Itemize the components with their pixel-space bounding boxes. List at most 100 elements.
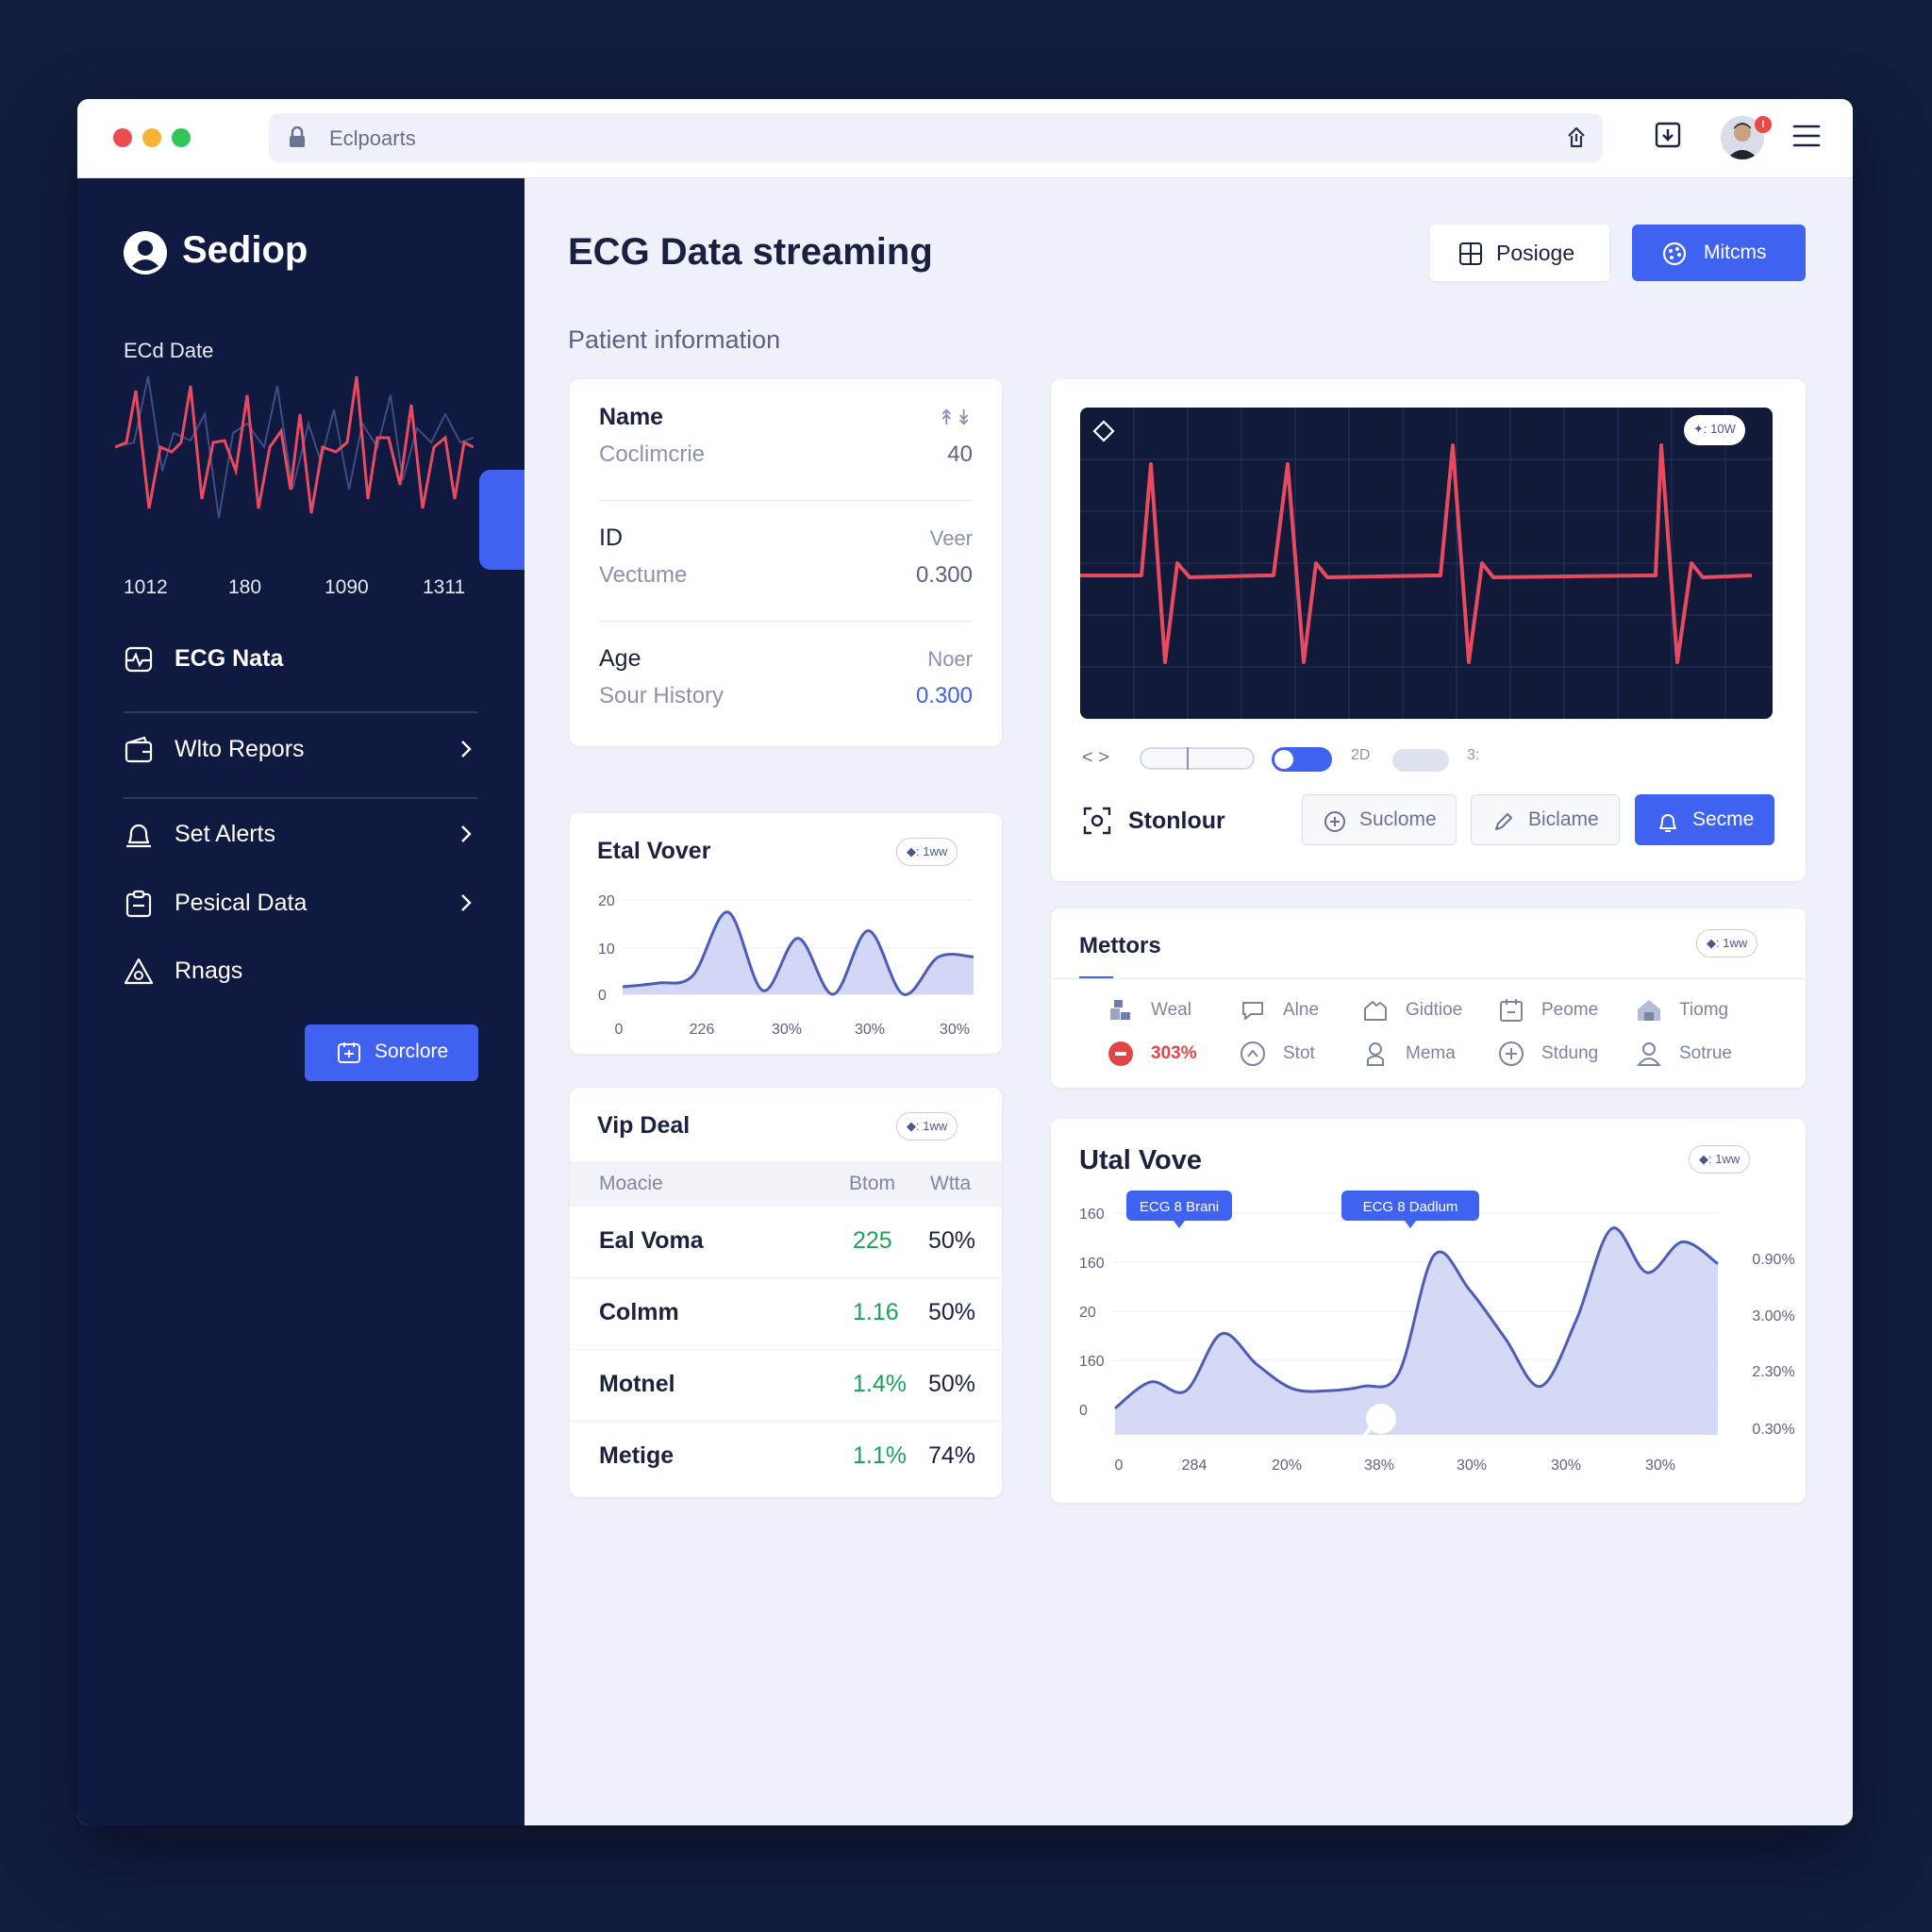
lock-icon — [288, 125, 307, 154]
secme-button[interactable]: Secme — [1635, 794, 1774, 845]
mitcms-button[interactable]: Mitcms — [1632, 225, 1806, 281]
row-value: 225 — [853, 1227, 892, 1254]
browser-window: Eclpoarts ! Sediop ECd Date 1012 180 109… — [77, 99, 1853, 1825]
pill-label: 1ww — [1723, 936, 1748, 950]
column-header[interactable]: Moacie — [599, 1173, 663, 1195]
sidebar-item-set-alerts[interactable]: Set Alerts — [124, 810, 478, 858]
sidebar: Sediop ECd Date 1012 180 1090 1311 ECG N… — [77, 178, 525, 1825]
ecg-stream-chart — [1080, 408, 1773, 719]
patient-key: ID — [599, 525, 623, 551]
etal-vover-chart: 20 10 0 0 226 30% 30% 30% — [598, 893, 974, 1038]
y-tick-label: 160 — [1079, 1354, 1105, 1370]
right-tick-label: 0.90% — [1752, 1252, 1794, 1268]
table-row[interactable]: Eal Voma 225 50% — [570, 1207, 1002, 1278]
sidebar-item-ecg-nata[interactable]: ECG Nata — [124, 635, 478, 682]
alert-triangle-icon — [124, 957, 154, 993]
ecg-monitor-card: ✦: 10W < > 2D 3: Stonlour Suclome Biclam… — [1051, 379, 1806, 881]
layout-icon — [1458, 242, 1483, 272]
stream-toggle[interactable] — [1272, 747, 1332, 772]
patient-sub: Coclimcrie — [599, 441, 706, 467]
annotation-pointer — [1405, 1221, 1416, 1228]
stream-range-pill[interactable]: ✦: 10W — [1684, 415, 1745, 445]
patient-sub: Sour History — [599, 683, 724, 708]
bell-icon — [124, 820, 154, 857]
table-row[interactable]: Colmm 1.16 50% — [570, 1278, 1002, 1350]
metric-label: Sotrue — [1679, 1043, 1732, 1063]
sidebar-item-wlto-repors[interactable]: Wlto Repors — [124, 725, 478, 773]
row-name: Metige — [599, 1442, 675, 1469]
sidebar-action-label: Sorclore — [375, 1041, 449, 1062]
column-header[interactable]: Wtta — [930, 1173, 971, 1195]
y-tick-label: 20 — [1079, 1305, 1096, 1321]
notification-badge: ! — [1755, 116, 1772, 133]
dimension-label: 2D — [1351, 747, 1371, 763]
ecg-icon — [124, 644, 154, 681]
download-icon[interactable] — [1653, 120, 1683, 155]
range-pill[interactable]: ◆: 1ww — [896, 1112, 958, 1141]
metric-label: Gidtioe — [1406, 1000, 1463, 1020]
home-icon — [1362, 997, 1389, 1029]
pill-label: 1ww — [923, 1119, 948, 1133]
metric-label: 303% — [1151, 1043, 1197, 1063]
sidebar-collapse-tab[interactable] — [479, 470, 525, 570]
range-pill[interactable]: ◆: 1ww — [1696, 929, 1758, 958]
address-bar[interactable]: Eclpoarts — [269, 113, 1603, 162]
y-tick-label: 160 — [1079, 1256, 1105, 1272]
palette-icon — [1662, 242, 1687, 272]
person-icon — [1636, 1041, 1662, 1073]
sidebar-action-button[interactable]: Sorclore — [305, 1024, 478, 1081]
metric-label: Stot — [1283, 1043, 1315, 1063]
x-tick-label: 226 — [690, 1022, 715, 1038]
metric-label: Stdung — [1541, 1043, 1599, 1063]
diamond-marker-icon[interactable] — [1091, 419, 1116, 448]
playback-nav-arrows[interactable]: < > — [1082, 747, 1109, 769]
sidebar-item-pesical-data[interactable]: Pesical Data — [124, 879, 478, 926]
toggle-knob — [1274, 750, 1293, 769]
patient-row-age: Age Noer Sour History 0.300 — [599, 645, 973, 721]
timeline-slider[interactable] — [1140, 747, 1255, 770]
maximize-window-dot[interactable] — [172, 128, 191, 147]
pen-icon — [1492, 810, 1515, 839]
sidebar-tick: 1090 — [325, 576, 369, 598]
right-tick-label: 3.00% — [1752, 1308, 1794, 1324]
biclame-button[interactable]: Biclame — [1471, 794, 1620, 845]
row-value: 1.1% — [853, 1442, 907, 1469]
blocks-icon — [1108, 997, 1134, 1029]
x-tick-label: 284 — [1182, 1457, 1208, 1474]
sidebar-tick: 1311 — [423, 576, 466, 598]
posioge-label: Posioge — [1496, 241, 1575, 265]
sidebar-tick: 180 — [228, 576, 262, 598]
row-name: Eal Voma — [599, 1227, 704, 1254]
calendar-icon — [1498, 997, 1524, 1029]
table-row[interactable]: Motnel 1.4% 50% — [570, 1350, 1002, 1422]
secondary-toggle[interactable] — [1392, 749, 1449, 772]
y-tick-label: 20 — [598, 893, 615, 909]
sort-icon[interactable]: ↟↡ — [938, 406, 973, 430]
sidebar-item-rnags[interactable]: Rnags — [124, 947, 478, 994]
sidebar-ecg-trace — [115, 375, 474, 514]
annotation-label: ECG 8 Brani — [1140, 1199, 1219, 1215]
card-title: Vip Deal — [597, 1112, 691, 1139]
minimize-window-dot[interactable] — [142, 128, 161, 147]
table-row[interactable]: Metige 1.1% 74% — [570, 1422, 1002, 1493]
chevron-right-icon — [459, 739, 473, 766]
y-tick-label: 10 — [598, 941, 615, 958]
url-text: Eclpoarts — [329, 126, 416, 150]
column-header[interactable]: Btom — [849, 1173, 895, 1195]
close-window-dot[interactable] — [113, 128, 132, 147]
suclome-button[interactable]: Suclome — [1302, 794, 1457, 845]
posioge-button[interactable]: Posioge — [1430, 225, 1609, 281]
row-percent: 50% — [928, 1371, 976, 1397]
patient-row-id: ID Veer Vectume 0.300 — [599, 525, 973, 600]
vip-deal-card: Vip Deal ◆: 1ww Moacie Btom Wtta Eal Vom… — [570, 1088, 1002, 1497]
mitcms-label: Mitcms — [1704, 242, 1767, 263]
house-icon — [1636, 997, 1662, 1029]
annotation-label: ECG 8 Dadlum — [1363, 1199, 1458, 1215]
hamburger-menu-icon[interactable] — [1792, 124, 1821, 153]
highlight-point — [1366, 1404, 1396, 1434]
secme-label: Secme — [1692, 808, 1755, 830]
share-icon[interactable] — [1563, 125, 1590, 156]
patient-key: Name — [599, 404, 664, 430]
slider-handle[interactable] — [1187, 747, 1189, 770]
bell-icon — [1657, 810, 1679, 839]
